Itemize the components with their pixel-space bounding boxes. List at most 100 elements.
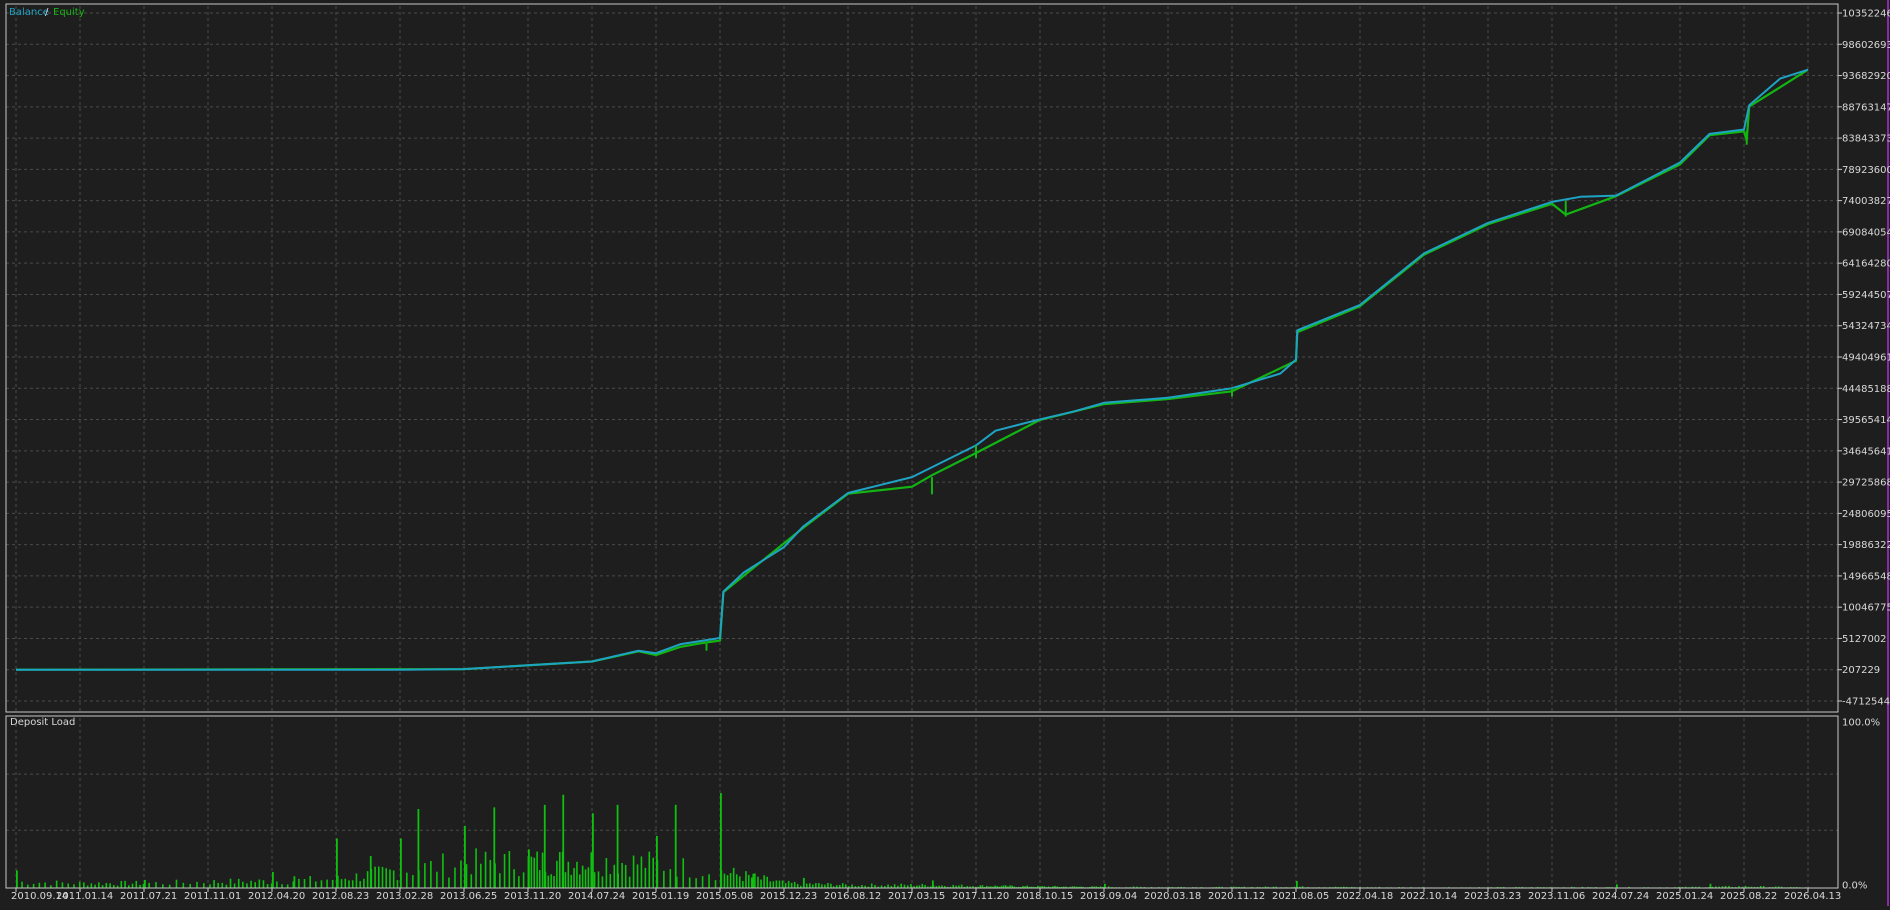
deposit-load-bar [389,869,391,888]
deposit-load-bar [480,863,482,888]
y-tick-label: 93682920 [1842,71,1890,82]
deposit-load-bar [921,883,924,888]
y-tick-label: 39565414 [1842,415,1890,426]
deposit-load-bar [135,880,138,888]
deposit-load-bar [745,871,747,888]
deposit-load-bar [648,851,651,888]
deposit-load-peak-bar [1296,880,1298,888]
y-tick-label: 10352246 [1842,9,1890,20]
deposit-load-bar [38,882,41,888]
x-tick-label: 2021.08.05 [1272,891,1329,902]
deposit-load-bar [827,882,829,888]
deposit-load-peak-bar [931,880,934,888]
deposit-load-title: Deposit Load [10,717,75,728]
x-tick-label: 2022.04.18 [1336,891,1393,902]
x-tick-label: 2015.12.23 [760,891,817,902]
deposit-load-bar [217,882,219,888]
strategy-tester-graph: 10352246 98602693 93682920 88763147 83843373… [0,0,1890,906]
x-tick-label: 2011.07.21 [120,891,177,902]
deposit-load-bar [340,879,343,888]
deposit-load-bar [747,874,750,888]
deposit-load-peak-bar [616,804,619,888]
deposit-load-bar [538,870,541,888]
deposit-load-bar [593,872,596,888]
deposit-load-bar [374,866,376,888]
deposit-load-bar [503,854,506,888]
deposit-load-peak-bar [1709,883,1712,888]
deposit-load-bar [701,876,704,888]
deposit-load-peak-bar [16,870,18,888]
deposit-load-peak-bar [720,793,722,888]
deposit-load-bar [640,856,643,888]
deposit-load-bar [513,869,515,888]
deposit-load-bar [303,878,306,888]
deposit-load-bar [714,880,717,888]
deposit-load-bar [142,883,145,888]
x-tick-label: 2016.08.12 [824,891,881,902]
deposit-load-bar [120,880,123,888]
deposit-load-bar [355,873,358,888]
deposit-load-bar [553,875,555,888]
deposit-load-bar [796,883,799,888]
deposit-load-bar [522,872,525,888]
x-tick-label: 2025.01.24 [1656,891,1713,902]
x-tick-label: 2013.02.28 [376,891,433,902]
deposit-load-bar [381,866,384,888]
deposit-load-bar [830,883,832,888]
deposit-load-bar [392,870,395,888]
deposit-load-bar [778,880,781,888]
y-tick-label: 10046775 [1842,603,1890,614]
y-tick-label: 14966548 [1842,571,1890,582]
deposit-load-peak-bar [293,876,296,888]
x-tick-label: 2019.09.04 [1080,891,1137,902]
deposit-load-bar [787,880,790,888]
deposit-load-bar [61,882,64,888]
deposit-load-bar [326,879,328,888]
deposit-load-bar [763,875,765,888]
x-tick-label: 2013.11.20 [504,891,561,902]
deposit-load-bar [508,851,511,888]
deposit-load-bar [315,881,317,888]
deposit-load-bar [663,870,665,888]
x-tick-label: 2017.11.20 [952,891,1009,902]
deposit-load-peak-bar [528,849,530,888]
deposit-load-bar [518,876,520,888]
x-tick-label: 2015.05.08 [696,891,753,902]
deposit-load-bar [412,875,414,888]
deposit-load-bar [769,881,772,888]
deposit-load-bar [624,864,627,888]
deposit-load-bar [98,882,100,888]
deposit-load-bar [695,878,697,888]
y-tick-label: 207229 [1842,665,1880,676]
deposit-load-bar [250,880,252,888]
deposit-load-bar [131,883,134,888]
y-tick-label: 69084054 [1842,227,1890,238]
deposit-load-bar [669,869,672,888]
deposit-load-bar [209,884,211,888]
deposit-load-peak-bar [400,838,402,888]
x-tick-label: 2012.08.23 [312,891,369,902]
deposit-load-bar [258,879,261,888]
deposit-load-bar [298,878,300,888]
y-tick-label: 74003827 [1842,196,1890,207]
y-tick-label: 54324734 [1842,321,1890,332]
deposit-load-peak-bar [592,813,594,888]
deposit-load-bar [363,878,365,888]
deposit-load-bar [570,874,573,888]
deposit-load-bar [105,882,108,888]
deposit-load-bar [960,884,963,888]
deposit-load-bar [203,883,205,888]
deposit-load-bar [851,884,853,888]
deposit-load-bar [726,875,729,888]
deposit-load-bar [576,861,578,888]
deposit-load-bar [237,878,240,888]
deposit-load-peak-bar [417,809,420,888]
deposit-load-bar [344,878,347,888]
deposit-load-bar [550,874,552,888]
deposit-load-peak-bar [1104,883,1106,888]
deposit-load-bar [541,852,544,888]
deposit-load-bar [430,860,432,888]
y-tick-label: 44485188 [1842,384,1890,395]
deposit-load-bar [723,873,726,888]
deposit-load-bar [613,864,616,888]
